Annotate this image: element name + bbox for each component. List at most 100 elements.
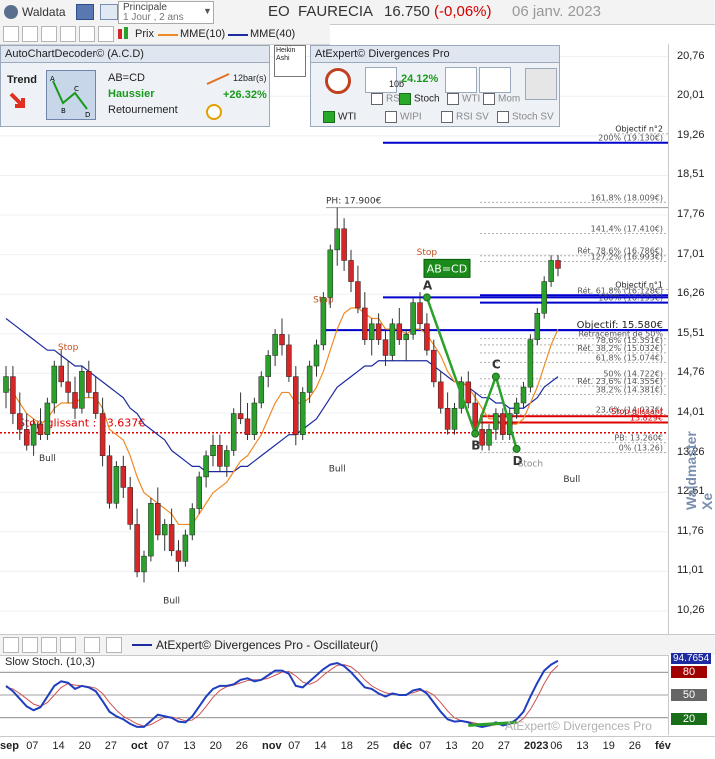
div-option-rsi[interactable]: RSI bbox=[371, 93, 403, 105]
div-option-wti2[interactable]: WTI bbox=[323, 111, 356, 123]
legend-prix: Prix bbox=[135, 28, 154, 40]
mme10-swatch bbox=[158, 34, 178, 36]
period-bottom-label: 1 Jour , 2 ans bbox=[123, 12, 184, 23]
div-percent: 24.12% bbox=[401, 73, 439, 85]
osc-level-50: 50 bbox=[671, 689, 707, 701]
indicator-icon[interactable] bbox=[22, 26, 38, 42]
div-option-wti[interactable]: WTI bbox=[447, 93, 480, 105]
x-tick-label: 07 bbox=[419, 740, 432, 752]
candle bbox=[99, 397, 106, 467]
pattern-thumbnail[interactable]: A B C D bbox=[46, 70, 96, 120]
osc-level-20: 20 bbox=[671, 713, 707, 725]
period-icon bbox=[100, 4, 118, 20]
checkbox-rsi[interactable] bbox=[371, 93, 383, 105]
heikin-ashi-button[interactable]: Heikin Ashi bbox=[274, 45, 306, 77]
x-tick-label: 20 bbox=[209, 740, 222, 752]
osc-y-axis: 94.7654 80 50 20 bbox=[668, 653, 715, 735]
div-rsisv-label: RSI SV bbox=[456, 111, 489, 123]
osc-maximize-icon[interactable] bbox=[84, 637, 100, 653]
price-label: 16.750 bbox=[384, 3, 430, 20]
candle bbox=[58, 350, 64, 388]
change-label: (-0,06%) bbox=[434, 3, 492, 20]
chart-toolbar: Prix MME(10) MME(40) bbox=[0, 24, 330, 45]
candle bbox=[86, 360, 92, 398]
checkbox-wipi[interactable] bbox=[385, 111, 397, 123]
div-option-mom[interactable]: Mom bbox=[483, 93, 520, 105]
checkbox-stoch[interactable] bbox=[399, 93, 411, 105]
candle bbox=[548, 255, 554, 287]
pattern-point-label: C bbox=[492, 358, 501, 372]
pattern-point bbox=[491, 372, 500, 381]
candle-body bbox=[10, 376, 16, 414]
y-tick-label: 18,51 bbox=[677, 168, 705, 181]
candle-body bbox=[403, 334, 409, 340]
oscillator-toolbar: AtExpert© Divergences Pro - Oscillateur(… bbox=[0, 634, 715, 656]
checkbox-rsisv[interactable] bbox=[441, 111, 453, 123]
tools-icon[interactable] bbox=[3, 26, 19, 42]
checkbox-wti2[interactable] bbox=[323, 111, 335, 123]
candle-body bbox=[79, 371, 85, 409]
candle-body bbox=[486, 429, 492, 446]
div-option-rsisv[interactable]: RSI SV bbox=[441, 111, 489, 123]
osc-indicator-label: Slow Stoch. (10,3) bbox=[5, 656, 95, 668]
candle-body bbox=[451, 408, 458, 430]
ab-icon[interactable] bbox=[60, 26, 76, 42]
y-tick-label: 11,01 bbox=[677, 564, 704, 577]
candle-body bbox=[106, 455, 113, 504]
candle bbox=[161, 519, 168, 551]
candle bbox=[272, 329, 278, 367]
candle-body bbox=[389, 323, 396, 356]
osc-close-icon[interactable] bbox=[106, 637, 122, 653]
checkbox-mom[interactable] bbox=[483, 93, 495, 105]
candle-body bbox=[44, 402, 51, 435]
checkbox-stochsv[interactable] bbox=[497, 111, 509, 123]
maximize-icon[interactable] bbox=[79, 26, 95, 42]
candle-body bbox=[58, 365, 64, 383]
candle-body bbox=[527, 339, 534, 388]
candle-body bbox=[210, 444, 216, 457]
pattern-badge-label: AB=CD bbox=[427, 262, 467, 275]
ticker-label: EO bbox=[268, 3, 290, 20]
candle-body bbox=[230, 413, 237, 451]
osc-current-value: 94.7654 bbox=[671, 653, 712, 664]
close-icon[interactable] bbox=[98, 26, 114, 42]
compare-icon[interactable] bbox=[41, 26, 57, 42]
candle-body bbox=[141, 555, 147, 573]
div-option-stoch[interactable]: Stoch bbox=[399, 93, 440, 105]
checkbox-wti[interactable] bbox=[447, 93, 459, 105]
acd-bars: 12bar(s) bbox=[233, 73, 267, 83]
svg-text:B: B bbox=[61, 107, 66, 115]
book-icon[interactable] bbox=[76, 4, 94, 20]
candle-body bbox=[500, 413, 506, 435]
osc-ab-icon[interactable] bbox=[60, 637, 76, 653]
osc-indicator-icon[interactable] bbox=[22, 637, 38, 653]
x-tick-label: 13 bbox=[445, 740, 458, 752]
x-tick-label: fév bbox=[655, 740, 671, 752]
y-tick-label: 11,76 bbox=[677, 524, 704, 537]
candle bbox=[527, 334, 534, 393]
heikin-label: Heikin Ashi bbox=[276, 47, 296, 62]
osc-tools-icon[interactable] bbox=[3, 637, 19, 653]
candle-body bbox=[3, 376, 9, 393]
candle-body bbox=[99, 413, 106, 457]
period-selector[interactable]: Principale 1 Jour , 2 ans ▼ bbox=[118, 1, 214, 24]
x-tick-label: 19 bbox=[602, 740, 615, 752]
acd-trend-label: Trend bbox=[7, 74, 37, 86]
candle-body bbox=[134, 524, 140, 573]
div-option-stochsv[interactable]: Stoch SV bbox=[497, 111, 554, 123]
div-option-wipi[interactable]: WIPI bbox=[385, 111, 422, 123]
candle bbox=[182, 529, 189, 567]
candle-body bbox=[258, 376, 265, 404]
wizard-icon[interactable] bbox=[525, 68, 557, 100]
x-tick-label: 06 bbox=[550, 740, 563, 752]
candle-body bbox=[272, 334, 278, 356]
level-label: 13.829€ bbox=[630, 414, 663, 423]
price-chart[interactable]: Objectif n°2200% (19.130€) 161,8% (18.009… bbox=[0, 44, 668, 634]
osc-compare-icon[interactable] bbox=[41, 637, 57, 653]
y-tick-label: 19,26 bbox=[677, 128, 705, 141]
candle-body bbox=[424, 323, 430, 351]
osc-level-80: 80 bbox=[671, 666, 707, 678]
time-x-axis: sep 07 14 20 27 oct 07 13 20 26 nov 07 14 18 25 déc 07 13… bbox=[0, 736, 715, 759]
target-icon bbox=[206, 104, 222, 120]
acd-title: AutoChartDecoder© (A.C.D) bbox=[5, 48, 144, 60]
